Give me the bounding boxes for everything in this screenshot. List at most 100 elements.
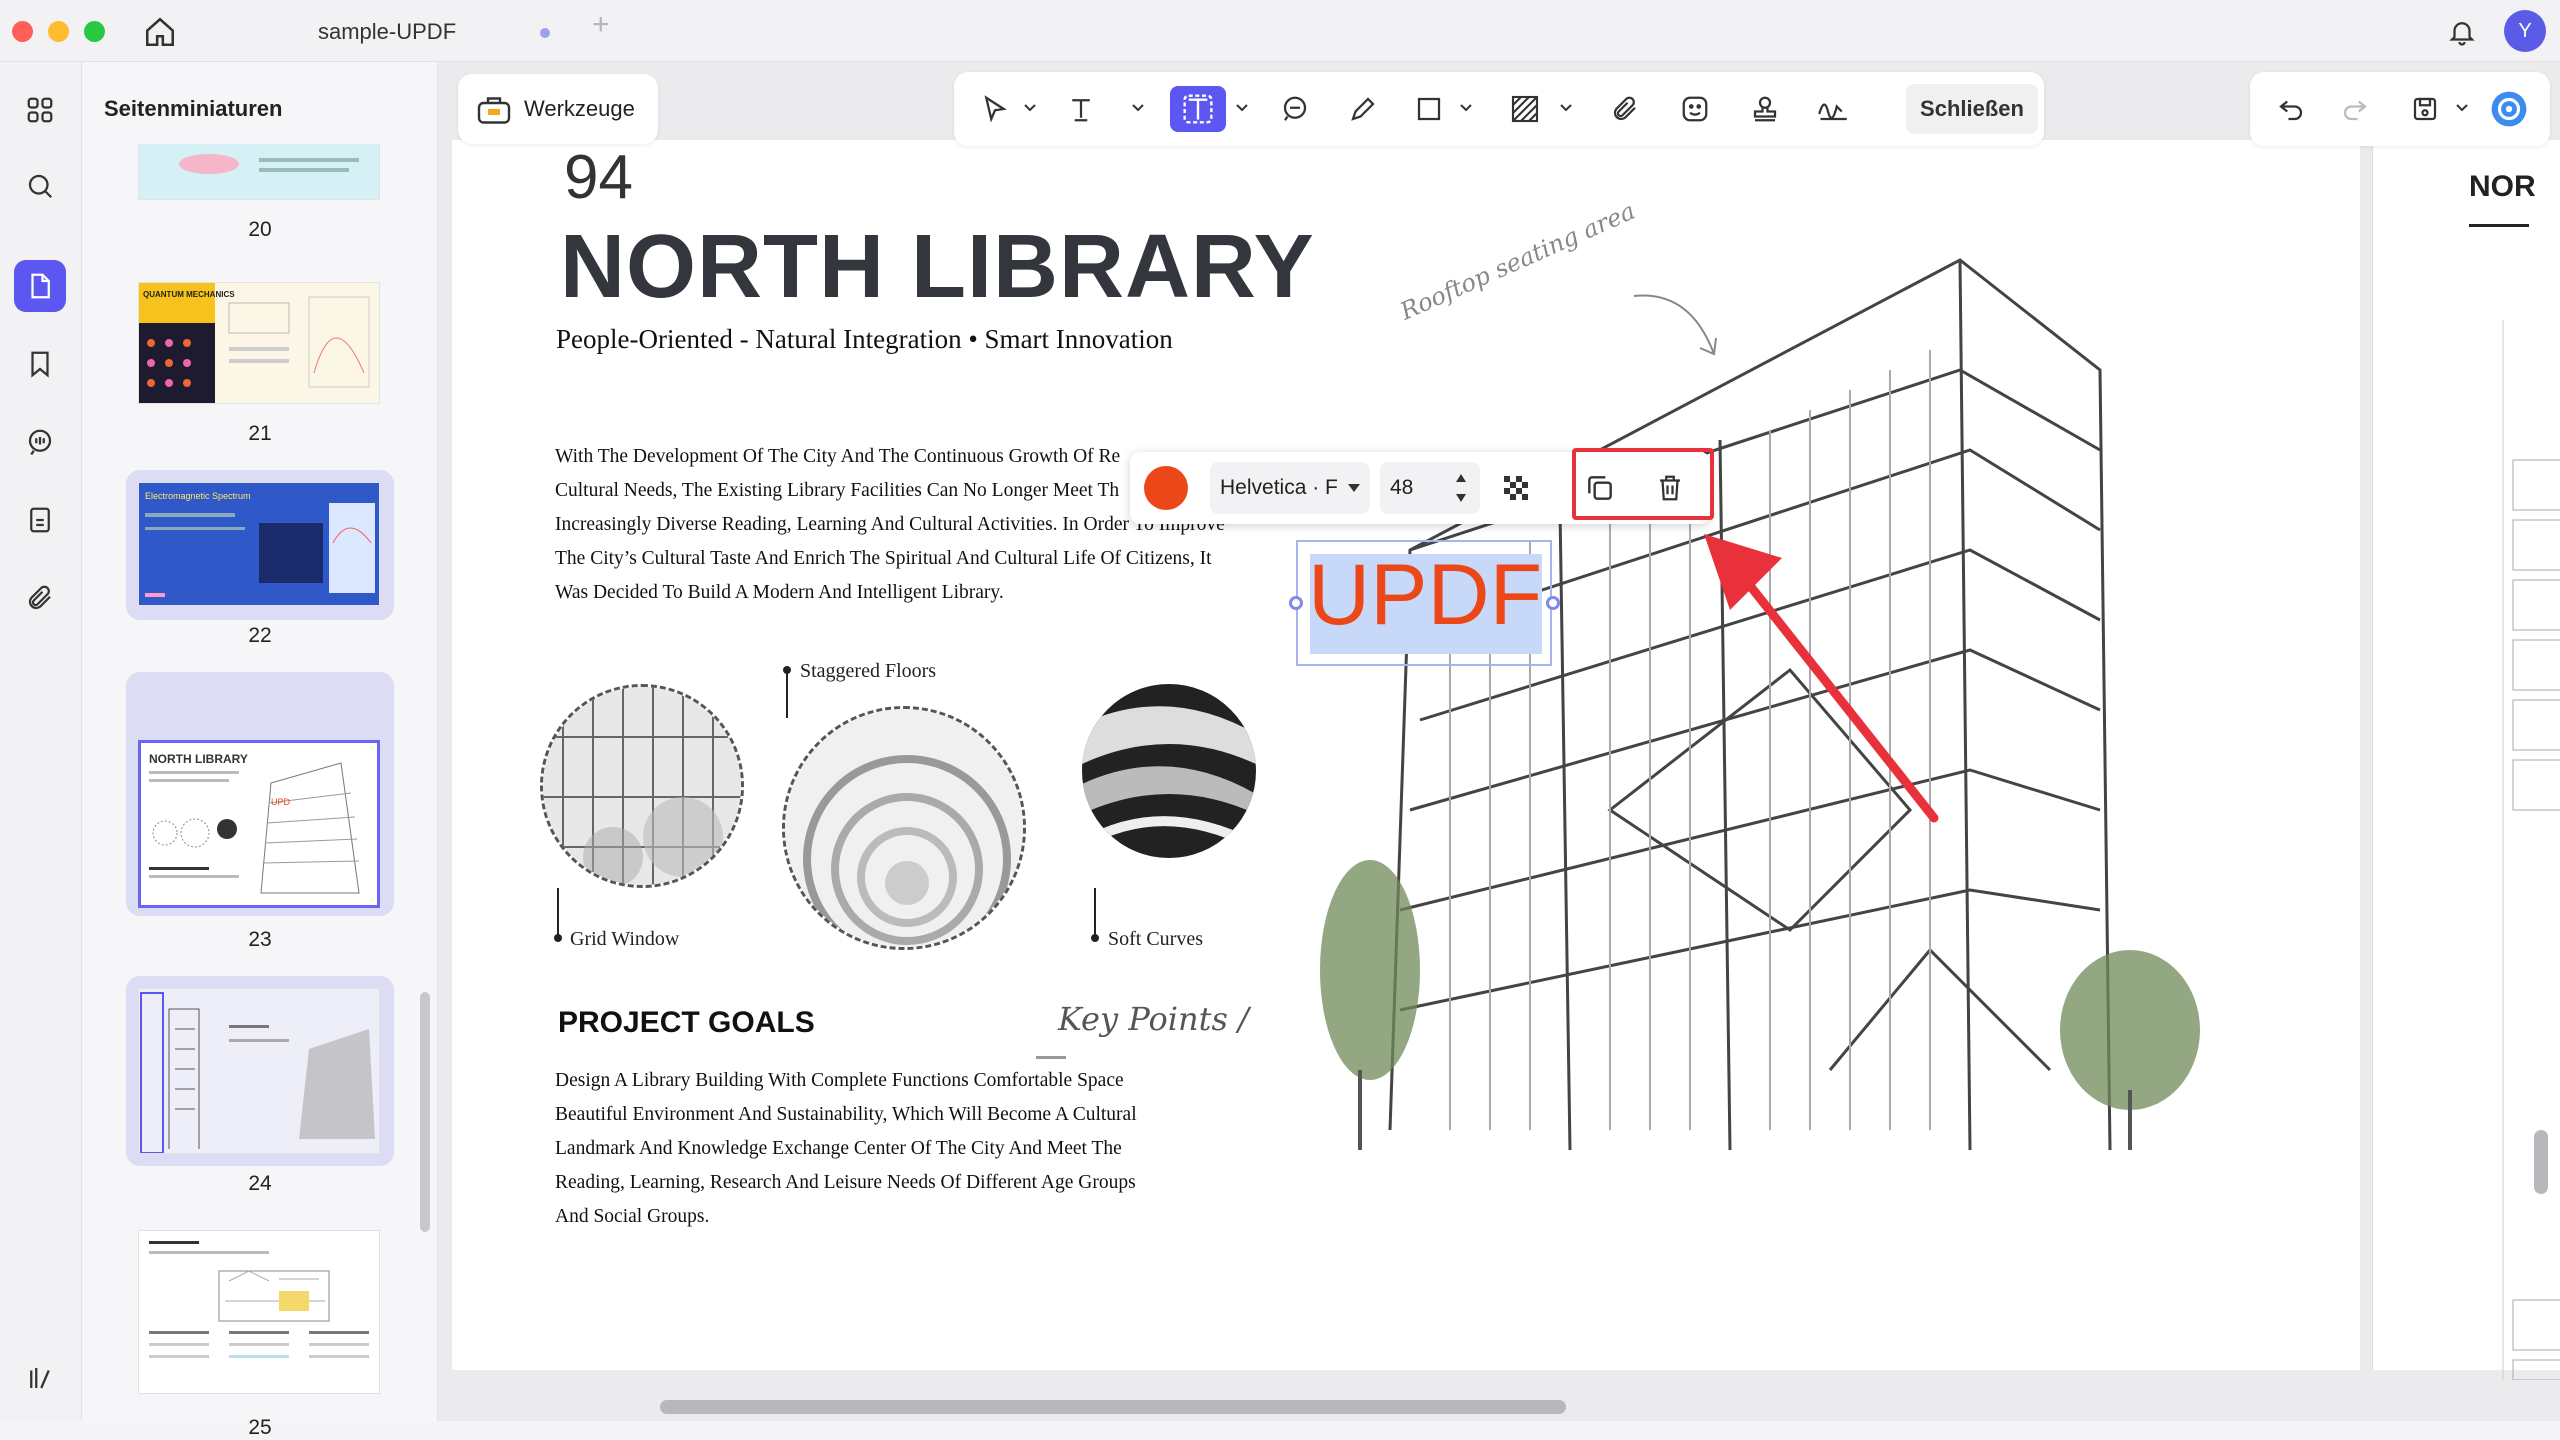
text-box-icon[interactable] — [1170, 86, 1226, 132]
text-line: Beautiful Environment And Sustainability… — [555, 1104, 1137, 1125]
panel-scrollbar[interactable] — [420, 992, 430, 1232]
stepper-arrows-icon[interactable] — [1454, 472, 1468, 504]
panel-title: Seitenminiaturen — [104, 96, 283, 121]
thumbnail-number: 22 — [248, 624, 272, 647]
thumbnail-page-25[interactable] — [126, 1224, 394, 1394]
new-tab-button[interactable]: + — [592, 10, 610, 40]
thumbnail-number: 21 — [248, 422, 272, 445]
thumbnail-number: 25 — [248, 1416, 272, 1439]
document-icon[interactable] — [14, 494, 66, 546]
thumbnail-label: NORTH LIBRARY — [149, 752, 248, 766]
pen-icon[interactable] — [1340, 86, 1386, 132]
signature-icon[interactable] — [1810, 86, 1856, 132]
stamp-icon[interactable] — [1742, 86, 1788, 132]
resize-handle-right[interactable] — [1546, 596, 1560, 610]
thumbnail-page-21[interactable]: QUANTUM MECHANICS — [126, 276, 394, 406]
attachment-icon[interactable] — [14, 572, 66, 624]
thumbnail-page-20[interactable] — [126, 144, 394, 204]
caption-staggered-floors: Staggered Floors — [800, 660, 937, 682]
zoom-window-button[interactable] — [84, 21, 105, 42]
bookmark-icon[interactable] — [14, 338, 66, 390]
document-tab[interactable]: sample-UPDF — [210, 8, 590, 54]
caption-dot — [554, 934, 562, 942]
horizontal-scrollbar[interactable] — [660, 1400, 1566, 1414]
inserted-text[interactable]: UPDF — [1308, 546, 1542, 645]
redo-icon[interactable] — [2332, 86, 2378, 132]
thumbnail-image: NORTH LIBRARY UPD — [138, 740, 380, 908]
select-cursor-icon[interactable] — [972, 86, 1018, 132]
tools-label: Werkzeuge — [524, 96, 635, 121]
staggered-floors-photo — [782, 706, 1026, 950]
chevron-down-icon[interactable] — [2454, 100, 2470, 116]
left-rail — [0, 62, 82, 1421]
home-icon[interactable] — [140, 12, 180, 52]
caption-grid-window: Grid Window — [570, 928, 680, 950]
selected-text-box[interactable]: UPDF — [1289, 540, 1560, 666]
thumbnail-label: Electromagnetic Spectrum — [145, 491, 251, 501]
grid-window-photo — [540, 684, 744, 888]
chevron-down-icon[interactable] — [1022, 100, 1038, 116]
rectangle-shape-icon[interactable] — [1406, 86, 1452, 132]
thumbnail-label: QUANTUM MECHANICS — [143, 290, 235, 299]
bell-icon[interactable] — [2442, 12, 2482, 52]
next-page-content — [2502, 320, 2560, 1380]
font-size-stepper[interactable]: 48 — [1380, 462, 1480, 514]
undo-icon[interactable] — [2268, 86, 2314, 132]
text-line: Was Decided To Build A Modern And Intell… — [555, 582, 1004, 603]
text-line: Reading, Learning, Research And Leisure … — [555, 1172, 1136, 1193]
thumbnail-image — [138, 1230, 380, 1394]
vertical-scrollbar[interactable] — [2534, 1130, 2548, 1194]
search-icon[interactable] — [14, 160, 66, 212]
caption-soft-curves: Soft Curves — [1108, 928, 1203, 950]
close-toolbar-button[interactable]: Schließen — [1906, 84, 2038, 134]
text-type-icon[interactable] — [1058, 86, 1104, 132]
comments-icon[interactable] — [14, 416, 66, 468]
arrow-sketch — [1633, 294, 1717, 356]
next-pdf-page: NOR — [2372, 140, 2560, 1380]
caption-line — [786, 668, 788, 718]
resize-handle-left[interactable] — [1289, 596, 1303, 610]
thumbnail-page-24[interactable] — [126, 976, 394, 1166]
minimize-window-button[interactable] — [48, 21, 69, 42]
thumbnail-image: Electromagnetic Spectrum — [138, 482, 380, 606]
chevron-down-icon[interactable] — [1234, 100, 1250, 116]
text-line: Landmark And Knowledge Exchange Center O… — [555, 1138, 1122, 1159]
thumbnail-image: QUANTUM MECHANICS — [138, 282, 380, 404]
comment-icon[interactable] — [1272, 86, 1318, 132]
soft-curves-photo — [1082, 684, 1256, 858]
thumbnail-page-22[interactable]: Electromagnetic Spectrum — [126, 470, 394, 620]
avatar[interactable]: Y — [2504, 10, 2546, 52]
page-subtitle: People-Oriented - Natural Integration • … — [556, 324, 1173, 354]
chevron-down-icon[interactable] — [1130, 100, 1146, 116]
font-family-value: Helvetica · F — [1220, 476, 1338, 499]
red-arrow-annotation — [1704, 534, 1939, 823]
page-thumbnails-icon[interactable] — [14, 260, 66, 312]
thumbnail-page-23[interactable]: NORTH LIBRARY UPD — [126, 672, 394, 916]
text-line: And Social Groups. — [555, 1206, 710, 1227]
chevron-down-icon[interactable] — [1458, 100, 1474, 116]
text-line: The City’s Cultural Taste And Enrich The… — [555, 548, 1212, 569]
apps-grid-icon[interactable] — [14, 84, 66, 136]
unsaved-dot — [540, 28, 550, 38]
caption-line — [1094, 888, 1096, 938]
layers-icon[interactable] — [14, 1352, 66, 1404]
ai-assistant-icon[interactable] — [2486, 86, 2532, 132]
page-number: 94 — [564, 143, 633, 212]
font-family-select[interactable]: Helvetica · F — [1210, 462, 1370, 514]
tab-title: sample-UPDF — [318, 19, 457, 44]
toolbox-icon — [477, 97, 511, 124]
attach-file-icon[interactable] — [1602, 86, 1648, 132]
sticker-icon[interactable] — [1672, 86, 1718, 132]
save-icon[interactable] — [2402, 86, 2448, 132]
svg-text:UPD: UPD — [271, 797, 291, 807]
font-size-value: 48 — [1390, 476, 1414, 499]
goals-paragraph: Design A Library Building With Complete … — [555, 1064, 1255, 1234]
chevron-down-icon[interactable] — [1558, 100, 1574, 116]
tools-button[interactable]: Werkzeuge — [458, 74, 658, 144]
divider — [1036, 1056, 1066, 1059]
close-window-button[interactable] — [12, 21, 33, 42]
area-hatch-icon[interactable] — [1502, 86, 1548, 132]
text-color-picker[interactable] — [1144, 466, 1188, 510]
thumbnail-number: 23 — [248, 928, 272, 951]
opacity-checker-icon[interactable] — [1498, 470, 1534, 506]
